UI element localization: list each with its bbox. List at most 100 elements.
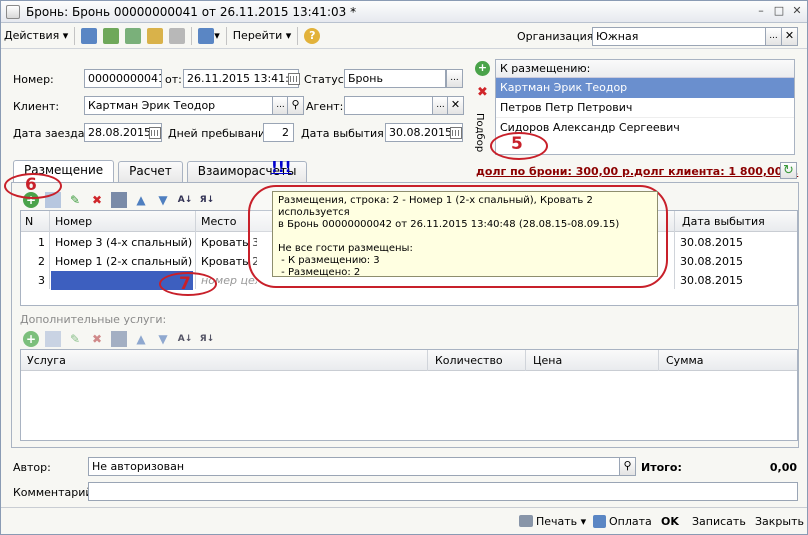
days-label: Дней пребывания: xyxy=(168,127,276,140)
row-number: 2 xyxy=(38,255,45,268)
row-room[interactable]: Номер 1 (2-х спальный) xyxy=(51,252,193,271)
row-departure[interactable]: 30.08.2015 xyxy=(676,271,786,290)
column-divider xyxy=(427,350,428,371)
date-field[interactable]: 26.11.2015 13:41:03 xyxy=(183,69,299,88)
edit-service-icon[interactable]: ✎ xyxy=(67,331,83,347)
unpost-button[interactable] xyxy=(166,26,188,46)
agent-field[interactable] xyxy=(344,96,434,115)
tooltip-line: - К размещению: 3 xyxy=(278,255,380,266)
move-down-icon[interactable]: ▼ xyxy=(155,192,171,208)
organization-select-button[interactable]: ... xyxy=(765,27,782,46)
number-field[interactable]: 00000000041 xyxy=(84,69,162,88)
warning-link[interactable]: !!! xyxy=(271,158,292,176)
column-header-price[interactable]: Цена xyxy=(529,351,619,370)
row-departure[interactable]: 30.08.2015 xyxy=(676,252,786,271)
total-value: 0,00 xyxy=(769,461,797,474)
copy-service-icon[interactable] xyxy=(45,331,61,347)
author-label: Автор: xyxy=(13,461,51,474)
refresh-button[interactable] xyxy=(100,26,122,46)
help-button[interactable]: ? xyxy=(301,26,323,46)
tooltip-spacer xyxy=(278,231,652,243)
move-icon xyxy=(81,27,98,44)
separator xyxy=(225,26,227,45)
move-button[interactable] xyxy=(78,26,100,46)
maximize-button[interactable]: □ xyxy=(771,4,787,18)
help-icon: ? xyxy=(304,27,321,44)
column-header-n[interactable]: N xyxy=(21,212,49,231)
refresh-debt-icon[interactable]: ↻ xyxy=(780,162,797,179)
column-header-sum[interactable]: Сумма xyxy=(662,351,752,370)
calendar-icon[interactable] xyxy=(450,127,462,139)
close-button[interactable]: Закрыть xyxy=(755,512,804,530)
add-guest-icon[interactable]: + xyxy=(475,61,490,76)
organization-field[interactable]: Южная xyxy=(592,27,766,46)
pay-button[interactable]: Оплата xyxy=(593,512,652,530)
actions-menu[interactable]: Действия ▾ xyxy=(1,26,71,46)
document-window: Бронь: Бронь 00000000041 от 26.11.2015 1… xyxy=(0,0,808,535)
client-search-icon[interactable]: ⚲ xyxy=(287,96,304,115)
close-icon[interactable]: ✕ xyxy=(789,4,805,18)
move-up-icon[interactable]: ▲ xyxy=(133,331,149,347)
copy-button[interactable] xyxy=(122,26,144,46)
status-field[interactable]: Бронь xyxy=(344,69,446,88)
column-header-departure[interactable]: Дата выбытия xyxy=(678,212,788,231)
add-service-icon[interactable]: + xyxy=(23,331,39,347)
ok-button[interactable]: OK xyxy=(661,512,679,530)
calendar-icon[interactable] xyxy=(288,73,300,85)
delete-service-icon[interactable]: ✖ xyxy=(89,331,105,347)
row-room[interactable]: Номер 3 (4-х спальный) xyxy=(51,233,193,252)
organization-clear-button[interactable]: ✕ xyxy=(781,27,798,46)
column-header-quantity[interactable]: Количество xyxy=(431,351,521,370)
row-departure[interactable]: 30.08.2015 xyxy=(676,233,786,252)
days-field[interactable]: 2 xyxy=(263,123,294,142)
agent-label: Агент: xyxy=(306,100,344,113)
tooltip-line: - Размещено: 2 xyxy=(278,267,361,278)
goto-menu[interactable]: Перейти ▾ xyxy=(230,26,295,46)
separator xyxy=(297,26,299,45)
move-up-icon[interactable]: ▲ xyxy=(133,192,149,208)
debt-link[interactable]: долг по брони: 300,00 р.долг клиента: 1 … xyxy=(476,165,798,178)
tooltip-line: в Бронь 00000000042 от 26.11.2015 13:40:… xyxy=(278,219,620,230)
column-header-service[interactable]: Услуга xyxy=(23,351,223,370)
sort-desc-icon[interactable]: Я↓ xyxy=(199,331,215,347)
column-header-room[interactable]: Номер xyxy=(51,212,191,231)
document-icon xyxy=(6,4,20,19)
list-item[interactable]: Петров Петр Петрович xyxy=(496,98,794,118)
calendar-icon[interactable] xyxy=(149,127,161,139)
placement-header: К размещению: xyxy=(496,60,794,78)
print-label: Печать xyxy=(536,514,578,528)
post-button[interactable] xyxy=(144,26,166,46)
move-down-icon[interactable]: ▼ xyxy=(155,331,171,347)
warning-tooltip: Размещения, строка: 2 - Номер 1 (2-х спа… xyxy=(272,191,658,278)
remove-guest-icon[interactable]: ✖ xyxy=(477,85,488,100)
list-item[interactable]: Картман Эрик Теодор xyxy=(496,78,794,98)
edit-row-icon[interactable]: ✎ xyxy=(67,192,83,208)
tab-payment[interactable]: Расчет xyxy=(118,161,183,182)
date-from-label: от: xyxy=(165,73,182,86)
author-search-icon[interactable]: ⚲ xyxy=(619,457,636,476)
separator xyxy=(191,26,193,45)
tooltip-line: Размещения, строка: 2 - Номер 1 (2-х спа… xyxy=(278,195,593,218)
list-item[interactable]: Сидоров Александр Сергеевич xyxy=(496,118,794,138)
print-icon xyxy=(519,515,533,527)
save-button[interactable]: Записать xyxy=(692,512,746,530)
comment-field[interactable] xyxy=(88,482,798,501)
sort-asc-icon[interactable]: A↓ xyxy=(177,331,193,347)
end-edit-icon[interactable] xyxy=(111,192,127,208)
annotation-6: 6 xyxy=(25,175,37,195)
client-field[interactable]: Картман Эрик Теодор xyxy=(84,96,274,115)
sort-asc-icon[interactable]: A↓ xyxy=(177,192,193,208)
pay-icon xyxy=(593,514,606,528)
selection-side-label[interactable]: Подбор xyxy=(474,113,485,152)
print-button[interactable]: Печать ▾ xyxy=(519,512,586,530)
agent-clear-button[interactable]: ✕ xyxy=(447,96,464,115)
author-field[interactable]: Не авторизован xyxy=(88,457,621,476)
minimize-button[interactable]: – xyxy=(753,4,769,18)
arrival-label: Дата заезда: xyxy=(13,127,89,140)
end-edit-service-icon[interactable] xyxy=(111,331,127,347)
delete-row-icon[interactable]: ✖ xyxy=(89,192,105,208)
create-based-button[interactable]: ▾ xyxy=(195,26,223,46)
sort-desc-icon[interactable]: Я↓ xyxy=(199,192,215,208)
status-select-button[interactable]: ... xyxy=(446,69,463,88)
comment-label: Комментарий: xyxy=(13,486,97,499)
